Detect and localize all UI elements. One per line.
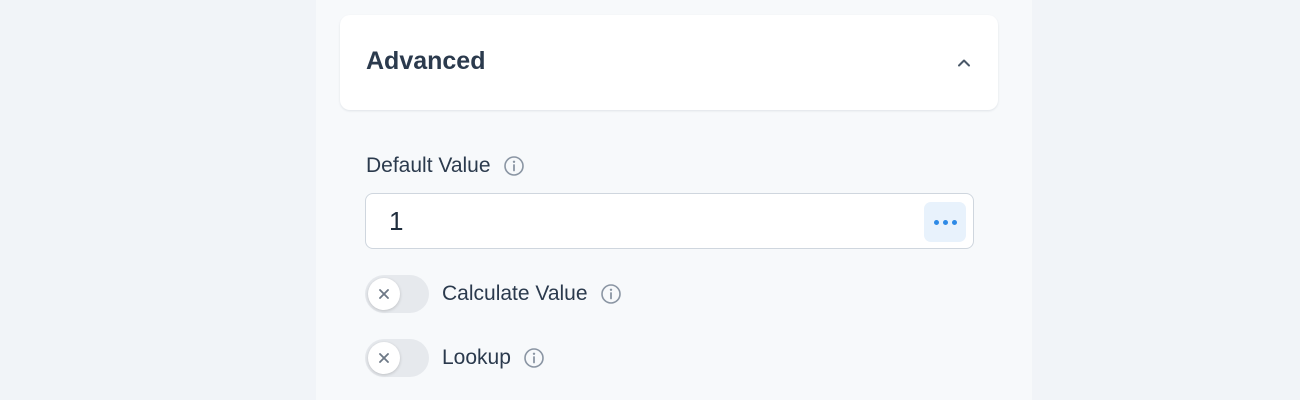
lookup-toggle[interactable]	[365, 339, 429, 377]
section-title: Advanced	[366, 47, 486, 75]
lookup-row: Lookup	[365, 338, 545, 378]
default-value-label: Default Value	[366, 154, 491, 177]
default-value-label-row: Default Value	[366, 154, 525, 178]
lookup-label: Lookup	[442, 346, 511, 369]
page: Advanced Default Value 1 Calculate Value…	[0, 0, 1300, 400]
more-horizontal-icon	[933, 219, 939, 225]
default-value-input[interactable]	[367, 195, 907, 247]
calculate-value-label: Calculate Value	[442, 282, 588, 305]
chevron-up-icon[interactable]	[954, 53, 974, 73]
more-horizontal-icon-dot	[942, 219, 948, 225]
calculate-value-row: Calculate Value	[365, 274, 622, 314]
close-icon	[368, 278, 400, 310]
more-options-button[interactable]	[924, 202, 966, 242]
calculate-value-toggle[interactable]	[365, 275, 429, 313]
close-icon	[368, 342, 400, 374]
info-icon[interactable]	[600, 283, 622, 305]
default-value-field[interactable]	[365, 193, 974, 249]
more-horizontal-icon-dot	[951, 219, 957, 225]
advanced-section-header[interactable]: Advanced	[340, 15, 998, 110]
info-icon[interactable]	[503, 155, 525, 177]
info-icon[interactable]	[523, 347, 545, 369]
